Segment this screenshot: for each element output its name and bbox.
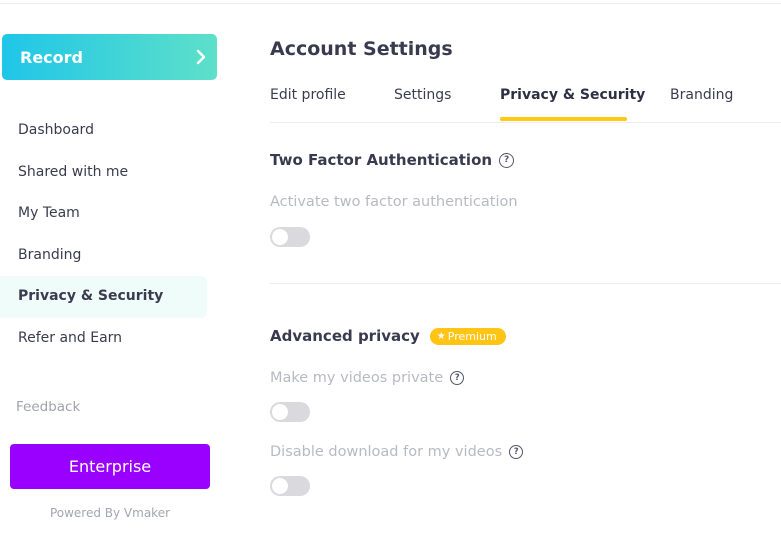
two-factor-toggle[interactable] xyxy=(270,227,310,247)
feedback-link[interactable]: Feedback xyxy=(16,399,80,415)
help-icon[interactable]: ? xyxy=(509,445,524,459)
sidebar-item-label: Refer and Earn xyxy=(18,329,123,346)
disable-download-toggle[interactable] xyxy=(270,476,310,496)
settings-tabs: Edit profile Settings Privacy & Security… xyxy=(270,87,781,123)
sidebar-item-my-team[interactable]: My Team xyxy=(0,193,207,235)
toggle-knob xyxy=(272,229,288,245)
sidebar-item-label: Branding xyxy=(18,246,82,263)
make-videos-private-toggle[interactable] xyxy=(270,402,310,422)
enterprise-button[interactable]: Enterprise xyxy=(10,444,210,489)
sidebar-nav: Dashboard Shared with me My Team Brandin… xyxy=(0,110,207,359)
disable-download-label: Disable download for my videos ? xyxy=(270,444,524,460)
two-factor-section-title: Two Factor Authentication ? xyxy=(270,151,515,169)
tab-settings[interactable]: Settings xyxy=(394,87,451,103)
tabs-divider xyxy=(270,122,781,123)
sidebar-item-label: Dashboard xyxy=(18,122,94,138)
star-icon: ★ xyxy=(436,330,446,342)
advanced-privacy-section-title: Advanced privacy ★ Premium xyxy=(270,327,506,345)
page-title: Account Settings xyxy=(270,38,453,60)
help-icon[interactable]: ? xyxy=(450,371,465,385)
tab-edit-profile[interactable]: Edit profile xyxy=(270,87,346,103)
record-button[interactable]: Record xyxy=(2,34,217,80)
sidebar-item-privacy-security[interactable]: Privacy & Security xyxy=(0,276,207,318)
sidebar-item-refer-and-earn[interactable]: Refer and Earn xyxy=(0,318,207,360)
disable-download-text: Disable download for my videos xyxy=(270,444,503,460)
activate-two-factor-label: Activate two factor authentication xyxy=(270,194,518,210)
two-factor-title-text: Two Factor Authentication xyxy=(270,151,493,169)
tab-branding[interactable]: Branding xyxy=(670,87,733,103)
sidebar-item-label: Privacy & Security xyxy=(18,288,164,304)
active-tab-indicator xyxy=(500,117,627,121)
toggle-knob xyxy=(272,478,288,494)
sidebar-item-shared-with-me[interactable]: Shared with me xyxy=(0,152,207,194)
section-divider xyxy=(270,283,781,284)
premium-badge-label: Premium xyxy=(447,329,497,343)
sidebar-item-label: My Team xyxy=(18,205,80,221)
help-icon[interactable]: ? xyxy=(499,152,515,168)
sidebar-item-branding[interactable]: Branding xyxy=(0,235,207,277)
toggle-knob xyxy=(272,404,288,420)
make-videos-private-text: Make my videos private xyxy=(270,370,444,386)
make-videos-private-label: Make my videos private ? xyxy=(270,370,465,386)
sidebar-item-label: Shared with me xyxy=(18,163,129,180)
advanced-privacy-title-text: Advanced privacy xyxy=(270,327,420,345)
tab-privacy-security[interactable]: Privacy & Security xyxy=(500,87,645,103)
record-button-label: Record xyxy=(20,47,83,67)
premium-badge: ★ Premium xyxy=(429,327,506,345)
sidebar-item-dashboard[interactable]: Dashboard xyxy=(0,110,207,152)
chevron-right-icon xyxy=(185,49,217,65)
powered-by-text: Powered By Vmaker xyxy=(49,506,171,520)
top-divider xyxy=(0,3,781,4)
